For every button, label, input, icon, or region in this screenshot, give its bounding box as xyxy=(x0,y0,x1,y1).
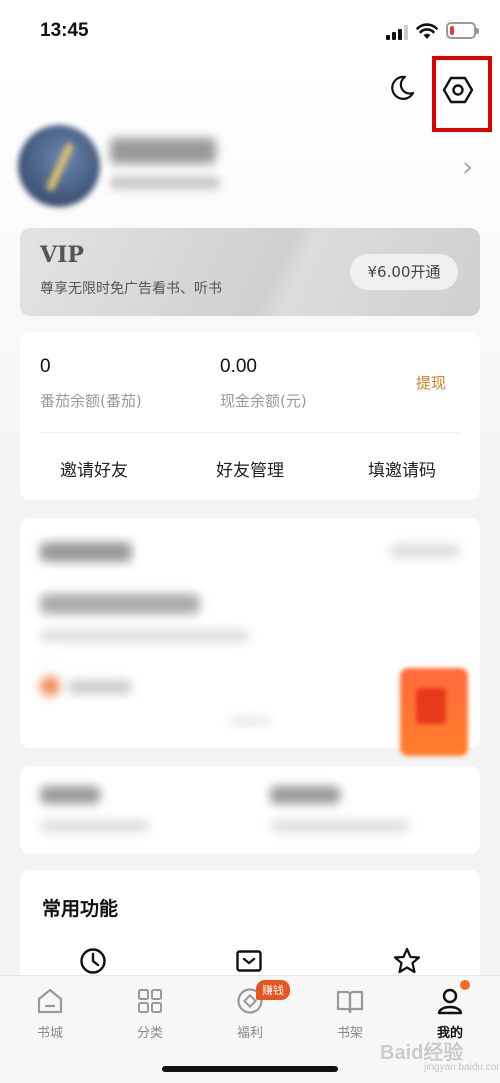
watermark-brand: Baid经验 xyxy=(380,1042,464,1064)
blurred-info-card xyxy=(20,766,480,854)
chevron-right-icon[interactable]: › xyxy=(462,150,473,183)
floating-red-packet-icon[interactable] xyxy=(400,668,468,756)
blurred-heading xyxy=(40,542,132,562)
moon-icon[interactable] xyxy=(388,74,416,102)
username-blurred xyxy=(110,138,216,164)
tab-bookstore[interactable]: 书城 xyxy=(10,986,90,1041)
blurred-line xyxy=(40,820,150,832)
person-icon xyxy=(437,988,463,1015)
vip-title: VIP xyxy=(40,242,84,268)
battery-icon xyxy=(446,22,479,39)
vip-banner[interactable]: VIP 尊享无限时免广告看书、听书 ¥6.00开通 xyxy=(20,228,480,316)
wallet-card: 0 番茄余额(番茄) 0.00 现金余额(元) 提现 邀请好友 好友管理 填邀请… xyxy=(20,332,480,500)
cellular-signal-icon xyxy=(386,25,408,40)
notification-dot xyxy=(460,980,470,990)
tab-label: 分类 xyxy=(136,1026,163,1041)
tomato-balance-label: 番茄余额(番茄) xyxy=(40,392,142,410)
invite-friends-button[interactable]: 邀请好友 xyxy=(60,456,128,481)
blurred-heading xyxy=(40,786,100,804)
tomato-balance[interactable]: 0 xyxy=(40,356,51,378)
home-icon xyxy=(37,988,63,1014)
tab-label: 书城 xyxy=(36,1026,63,1041)
wifi-icon xyxy=(416,23,438,39)
common-functions-title: 常用功能 xyxy=(42,898,119,920)
tab-bookshelf[interactable]: 书架 xyxy=(310,986,390,1041)
vip-open-button[interactable]: ¥6.00开通 xyxy=(350,254,458,290)
blurred-line xyxy=(68,680,132,694)
tab-label: 书架 xyxy=(336,1026,363,1041)
blurred-line xyxy=(40,630,250,642)
user-subtitle-blurred xyxy=(110,176,220,190)
watermark-url: jingyan.baidu.com xyxy=(424,1062,500,1073)
clock-icon[interactable] xyxy=(78,946,108,976)
enter-invite-code-button[interactable]: 填邀请码 xyxy=(368,456,436,481)
tab-category[interactable]: 分类 xyxy=(110,986,190,1041)
book-icon xyxy=(336,990,364,1014)
avatar[interactable] xyxy=(18,125,100,207)
blurred-icon xyxy=(40,676,60,696)
status-bar: 13:45 xyxy=(0,0,500,64)
earn-badge: 赚钱 xyxy=(256,980,290,1000)
withdraw-link[interactable]: 提现 xyxy=(416,372,446,393)
grid-icon xyxy=(138,989,162,1013)
vip-description: 尊享无限时免广告看书、听书 xyxy=(40,281,222,297)
friend-management-button[interactable]: 好友管理 xyxy=(216,456,284,481)
blurred-dots xyxy=(230,718,270,724)
blurred-line xyxy=(270,820,410,832)
inbox-icon[interactable] xyxy=(234,946,264,976)
cash-balance-label: 现金余额(元) xyxy=(220,392,307,410)
tab-mine[interactable]: 我的 xyxy=(410,986,490,1041)
settings-hexagon-icon[interactable] xyxy=(442,74,474,106)
home-indicator xyxy=(162,1066,338,1072)
blurred-link xyxy=(390,544,460,558)
blurred-heading xyxy=(270,786,340,804)
divider xyxy=(40,432,460,433)
star-icon[interactable] xyxy=(392,946,422,976)
tab-label: 福利 xyxy=(236,1026,263,1041)
status-time: 13:45 xyxy=(40,20,89,41)
blurred-line xyxy=(40,594,200,614)
cash-balance[interactable]: 0.00 xyxy=(220,356,257,378)
